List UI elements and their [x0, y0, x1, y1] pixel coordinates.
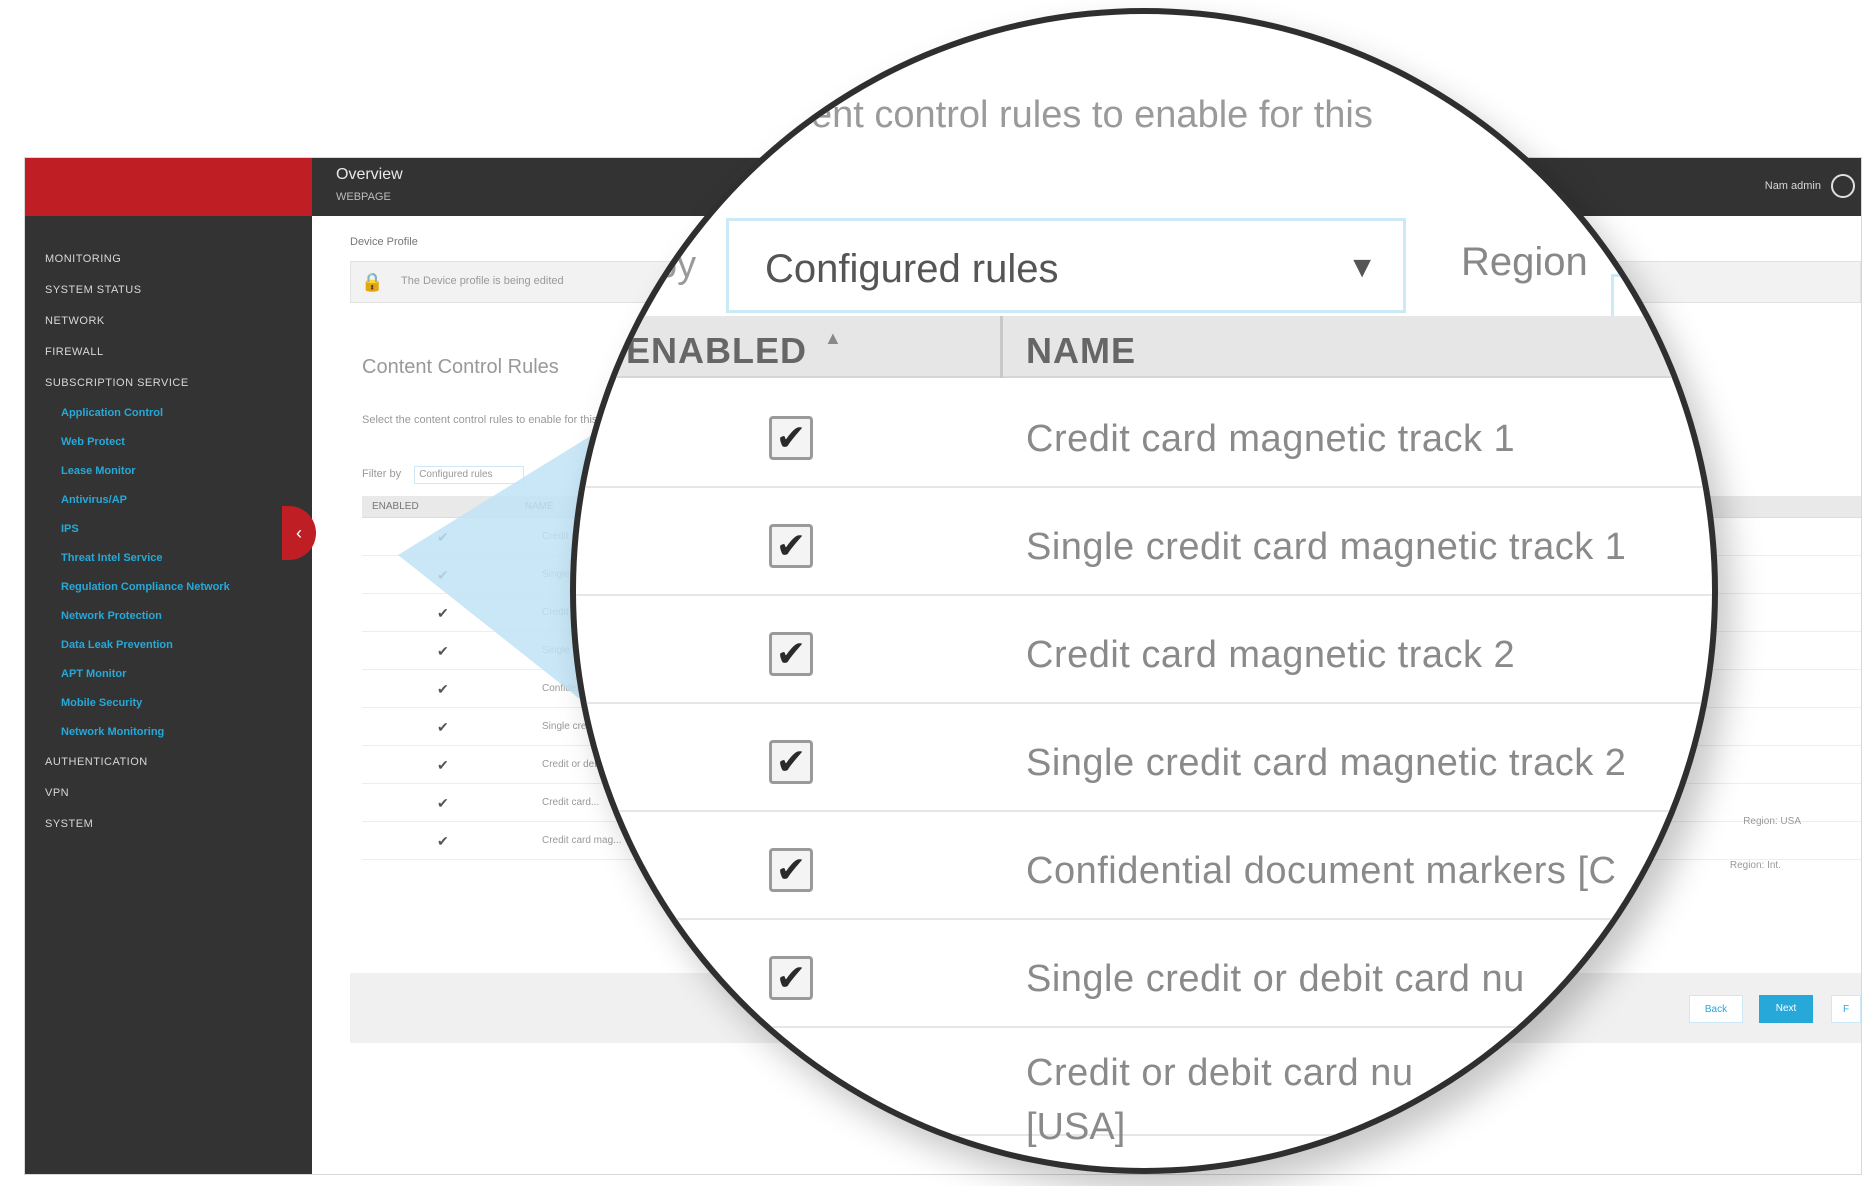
rule-name: Credit or debit card nu — [1026, 1052, 1414, 1094]
filter-select-value: Configured rules — [765, 247, 1059, 291]
table-row[interactable]: ✔ Credit or debit card nu [USA] — [576, 1028, 1712, 1148]
rule-name: Credit card magnetic track 2 — [1026, 634, 1516, 676]
sort-asc-icon[interactable]: ▲ — [824, 328, 842, 349]
enabled-checkbox[interactable]: ✔ — [769, 956, 813, 1000]
rule-name-continued: [USA] — [1026, 1106, 1126, 1148]
sidebar-item[interactable]: Network Protection — [25, 602, 312, 631]
rule-name: Confidential document markers [C — [1026, 850, 1617, 892]
enabled-checkbox[interactable]: ✔ — [769, 740, 813, 784]
magnifier-lens: ent control rules to enable for this by … — [570, 8, 1718, 1174]
checkmark-icon[interactable]: ✔ — [437, 605, 449, 622]
column-enabled[interactable]: ENABLED — [362, 496, 512, 518]
region-note: Region: Int. — [1729, 860, 1781, 871]
checkmark-icon[interactable]: ✔ — [437, 681, 449, 698]
sidebar-item[interactable]: SUBSCRIPTION SERVICE — [25, 368, 312, 399]
sidebar-item[interactable]: SYSTEM — [25, 809, 312, 840]
filter-select-small[interactable]: Configured rules — [414, 466, 525, 484]
sidebar: MONITORING SYSTEM STATUS NETWORK FIREWALL SU… — [25, 158, 312, 1174]
filter-row: Filter by Configured rules — [362, 466, 525, 484]
table-row[interactable]: ✔ Credit card magnetic track 1 — [576, 380, 1712, 488]
sidebar-item[interactable]: MONITORING — [25, 244, 312, 275]
sidebar-item[interactable]: Lease Monitor — [25, 457, 312, 486]
table-row[interactable]: ✔ Credit card magnetic track 2 — [576, 596, 1712, 704]
checkmark-icon[interactable]: ✔ — [437, 529, 449, 546]
checkmark-icon[interactable]: ✔ — [437, 795, 449, 812]
sidebar-item[interactable]: Antivirus/AP — [25, 486, 312, 515]
zoom-description: ent control rules to enable for this — [811, 94, 1373, 136]
screenshot-stage: MONITORING SYSTEM STATUS NETWORK FIREWALL SU… — [0, 0, 1873, 1186]
column-divider — [1000, 316, 1003, 378]
finish-button[interactable]: F — [1831, 995, 1861, 1023]
sidebar-item[interactable]: Regulation Compliance Network — [25, 573, 312, 602]
sidebar-item[interactable]: Mobile Security — [25, 689, 312, 718]
region-label: Region — [1461, 240, 1588, 284]
table-row[interactable]: ✔ Single credit card magnetic track 1 — [576, 488, 1712, 596]
filter-select[interactable]: Configured rules ▼ — [726, 218, 1406, 313]
rule-name: Single credit card magnetic track 1 — [1026, 526, 1627, 568]
zoom-filter-label: by — [656, 244, 697, 286]
sidebar-item[interactable]: Threat Intel Service — [25, 544, 312, 573]
checkmark-icon[interactable]: ✔ — [437, 643, 449, 660]
checkmark-icon[interactable]: ✔ — [437, 719, 449, 736]
section-description: Select the content control rules to enab… — [362, 414, 598, 426]
zoom-table-header: ENABLED ▲ NAME — [606, 316, 1712, 378]
table-row[interactable]: ✔ Single credit card magnetic track 2 — [576, 704, 1712, 812]
enabled-checkbox[interactable]: ✔ — [769, 1064, 813, 1108]
power-icon[interactable] — [1831, 174, 1855, 198]
sidebar-item[interactable]: FIREWALL — [25, 337, 312, 368]
breadcrumb[interactable]: Device Profile — [350, 236, 418, 248]
sidebar-item[interactable]: Network Monitoring — [25, 718, 312, 747]
user-menu[interactable]: Nam admin — [1765, 180, 1821, 192]
checkmark-icon[interactable]: ✔ — [437, 757, 449, 774]
page-subtitle: WEBPAGE — [336, 191, 391, 203]
chevron-down-icon: ▼ — [1347, 251, 1377, 284]
column-name[interactable]: NAME — [1026, 330, 1136, 372]
next-button[interactable]: Next — [1759, 995, 1813, 1023]
page-title: Overview — [336, 166, 403, 183]
sidebar-item[interactable]: Application Control — [25, 399, 312, 428]
lock-notice-text: The Device profile is being edited — [401, 275, 564, 287]
sidebar-item[interactable]: VPN — [25, 778, 312, 809]
sidebar-item[interactable]: NETWORK — [25, 306, 312, 337]
table-row[interactable]: ✔ Single credit or debit card nu — [576, 920, 1712, 1028]
column-enabled[interactable]: ENABLED — [626, 330, 807, 372]
table-row[interactable]: ✔ Confidential document markers [C — [576, 812, 1712, 920]
rule-name: Single credit or debit card nu — [1026, 958, 1525, 1000]
rule-name: Credit card magnetic track 1 — [1026, 418, 1516, 460]
checkmark-icon[interactable]: ✔ — [437, 567, 449, 584]
enabled-checkbox[interactable]: ✔ — [769, 848, 813, 892]
sidebar-item[interactable]: AUTHENTICATION — [25, 747, 312, 778]
lock-icon: 🔒 — [361, 272, 384, 292]
sidebar-item[interactable]: Web Protect — [25, 428, 312, 457]
enabled-checkbox[interactable]: ✔ — [769, 632, 813, 676]
sidebar-item[interactable]: SYSTEM STATUS — [25, 275, 312, 306]
enabled-checkbox[interactable]: ✔ — [769, 524, 813, 568]
enabled-checkbox[interactable]: ✔ — [769, 416, 813, 460]
region-note: Region: USA — [1743, 816, 1801, 827]
checkmark-icon[interactable]: ✔ — [437, 833, 449, 850]
section-title: Content Control Rules — [362, 356, 559, 378]
sidebar-item[interactable]: APT Monitor — [25, 660, 312, 689]
sidebar-item[interactable]: IPS — [25, 515, 312, 544]
rule-name: Single credit card magnetic track 2 — [1026, 742, 1627, 784]
brand-logo-area — [25, 158, 312, 216]
sidebar-item[interactable]: Data Leak Prevention — [25, 631, 312, 660]
chevron-left-icon: ‹ — [296, 523, 302, 543]
filter-label: Filter by — [362, 468, 402, 480]
sidebar-nav: MONITORING SYSTEM STATUS NETWORK FIREWALL SU… — [25, 216, 312, 840]
